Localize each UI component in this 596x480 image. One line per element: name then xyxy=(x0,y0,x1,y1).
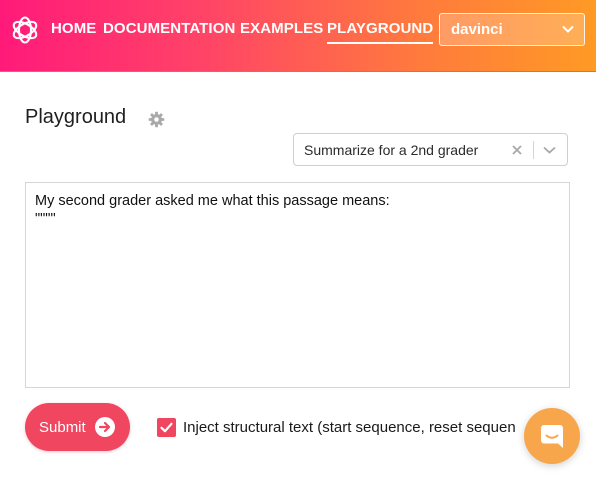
gear-icon[interactable] xyxy=(148,111,165,128)
submit-button-label: Submit xyxy=(39,419,86,436)
arrow-right-circle-icon xyxy=(95,417,115,437)
engine-select-value: davinci xyxy=(451,21,503,38)
nav-documentation[interactable]: DOCUMENTATION xyxy=(103,20,235,40)
prompt-textarea[interactable]: My second grader asked me what this pass… xyxy=(25,182,570,388)
submit-button[interactable]: Submit xyxy=(25,403,130,451)
checkmark-icon xyxy=(160,422,173,433)
openai-logo-icon[interactable] xyxy=(10,15,40,45)
chat-launcher-button[interactable] xyxy=(524,408,580,464)
close-icon[interactable] xyxy=(510,143,524,157)
select-divider xyxy=(533,141,534,159)
preset-select[interactable]: Summarize for a 2nd grader xyxy=(293,133,568,166)
chevron-down-icon[interactable] xyxy=(543,146,556,154)
top-navigation-bar: HOME DOCUMENTATION EXAMPLES PLAYGROUND d… xyxy=(0,0,596,72)
chevron-down-icon xyxy=(562,25,574,33)
engine-select[interactable]: davinci xyxy=(439,13,585,46)
page-title: Playground xyxy=(25,106,127,128)
inject-structural-text-label[interactable]: Inject structural text (start sequence, … xyxy=(183,419,516,436)
nav-playground[interactable]: PLAYGROUND xyxy=(327,20,434,44)
nav-home[interactable]: HOME xyxy=(51,20,96,40)
chat-bubble-icon xyxy=(541,425,563,448)
prompt-text: My second grader asked me what this pass… xyxy=(35,193,390,227)
inject-structural-text-checkbox[interactable] xyxy=(157,418,176,437)
preset-select-value: Summarize for a 2nd grader xyxy=(304,142,479,158)
nav-examples[interactable]: EXAMPLES xyxy=(240,20,323,40)
